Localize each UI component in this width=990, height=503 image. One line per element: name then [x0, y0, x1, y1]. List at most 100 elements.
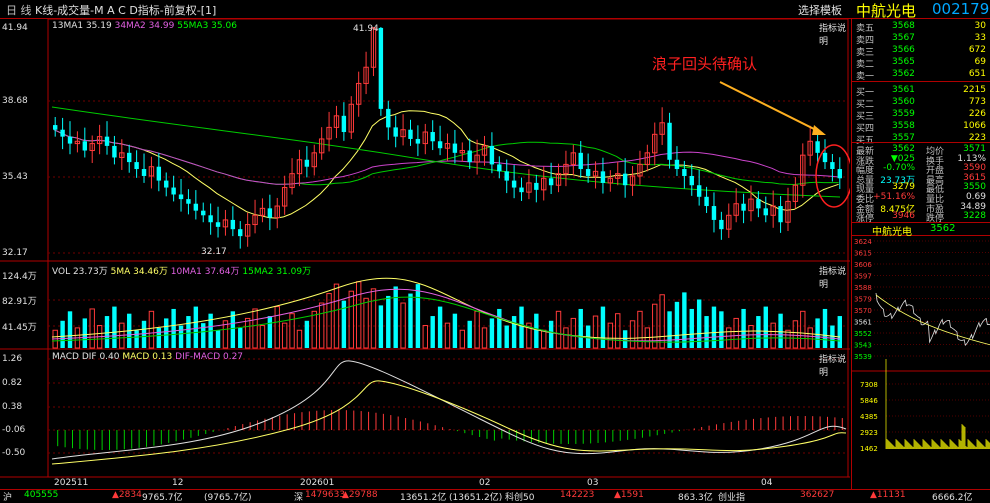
buy-row-3[interactable]: 买三 3559 226 — [854, 109, 988, 122]
candle-body-down — [585, 169, 591, 176]
ma34-legend: 34MA2 34.99 — [114, 21, 175, 31]
status-item: ▲29788 — [342, 490, 378, 500]
candle-body-down — [756, 199, 761, 209]
candle-body-down — [193, 203, 199, 211]
candle-body-down — [186, 199, 191, 204]
x-label-02: 02 — [479, 478, 491, 488]
volume-bar — [82, 318, 88, 348]
buy-row-1[interactable]: 买一 3561 2215 — [854, 85, 988, 98]
kline-indicator-help-button[interactable]: 指标说明 — [819, 21, 850, 47]
volume-bar — [104, 316, 110, 348]
status-item[interactable]: 沪 — [3, 490, 12, 503]
candle-body-down — [667, 122, 672, 160]
status-item: 13651.2亿 — [400, 493, 447, 503]
status-item[interactable]: 创业指 — [718, 490, 745, 503]
quote-value: ▼025 — [890, 153, 915, 164]
status-item: ▲1591 — [614, 490, 644, 500]
volume-bar — [822, 308, 828, 348]
status-item: ▲11131 — [870, 490, 906, 500]
order-volume: 30 — [974, 21, 986, 31]
status-item[interactable]: 深 — [294, 490, 303, 503]
candle-body-down — [534, 182, 539, 190]
order-price: 3559 — [892, 109, 915, 119]
candle-body-down — [112, 145, 117, 158]
main-chart-svg[interactable] — [0, 19, 850, 489]
status-item: 362627 — [800, 490, 835, 500]
intraday-minichart[interactable]: 3624 3615 3606 3597 3588 3579 3570 3561 3552 3543… — [852, 235, 990, 489]
quote-value: 3946 — [892, 211, 915, 222]
macd-indicator-help-button[interactable]: 指标说明 — [819, 352, 850, 378]
candle-body-down — [719, 219, 724, 230]
candle-body-down — [171, 187, 176, 195]
vol-15ma-legend: 15MA2 31.09万 — [242, 267, 312, 277]
template-select-button[interactable]: 选择模板 — [798, 2, 842, 18]
quote-value: 34.89 — [960, 201, 986, 212]
candle-body-down — [437, 141, 443, 149]
volume-bar — [467, 320, 472, 348]
candle-body-down — [67, 136, 73, 144]
volume-bar — [541, 329, 547, 349]
volume-bar — [112, 306, 117, 348]
annotation-arrow — [719, 81, 823, 134]
volume-bar — [252, 308, 258, 349]
volume-bar — [534, 313, 539, 348]
candle-body-down — [238, 229, 243, 237]
quote-panel: 卖五 3568 30 卖四 3567 33 卖三 3566 672 卖二 3565 69 卖一 3562 6… — [851, 19, 990, 489]
candle-body-down — [689, 175, 694, 186]
x-label-202601: 202601 — [300, 478, 335, 488]
volume-bar — [622, 330, 628, 348]
volume-bar — [504, 325, 509, 348]
sell-row-4[interactable]: 卖二 3565 69 — [854, 57, 988, 70]
quote-value: 3571 — [963, 144, 986, 154]
candle-body-down — [682, 169, 687, 176]
vol-ylabel-2: 82.91万 — [2, 297, 37, 307]
macd-hist-legend: DIF-MACD 0.27 — [175, 352, 244, 362]
sell-row-5[interactable]: 卖一 3562 651 — [854, 69, 988, 82]
volume-bar — [437, 306, 443, 348]
candle-body-down — [467, 150, 472, 163]
status-item[interactable]: 科创50 — [505, 490, 534, 503]
volume-bar — [370, 288, 377, 349]
volume-bar — [519, 306, 524, 348]
volume-indicator-help-button[interactable]: 指标说明 — [819, 264, 850, 290]
candle-body-down — [504, 171, 509, 181]
order-volume: 33 — [974, 33, 986, 43]
volume-bar — [741, 308, 746, 348]
mini-stock-price: 3562 — [930, 223, 956, 234]
sell-row-2[interactable]: 卖四 3567 33 — [854, 33, 988, 46]
volume-bar — [311, 310, 317, 349]
volume-bar — [408, 293, 413, 348]
candle-body-down — [741, 203, 746, 211]
candle-body-down — [704, 196, 709, 207]
order-price: 3561 — [892, 85, 915, 95]
volume-bar — [607, 322, 614, 349]
candle-body-down — [230, 219, 236, 230]
order-price: 3568 — [892, 21, 915, 31]
volume-bar — [837, 316, 842, 348]
candle-body-down — [519, 187, 524, 193]
candle-body-down — [267, 208, 273, 218]
chart-title: 日 线 K线-成交量-M A C D指标-前复权-[1] — [6, 4, 217, 17]
volume-bar — [704, 316, 709, 348]
order-price: 3560 — [892, 97, 915, 107]
status-item: (9765.7亿) — [204, 493, 252, 503]
buy-row-2[interactable]: 买二 3560 773 — [854, 97, 988, 110]
mini-price-line — [875, 292, 990, 347]
sell-row-1[interactable]: 卖五 3568 30 — [854, 21, 988, 34]
volume-bar — [304, 320, 310, 348]
candle-body-down — [674, 159, 680, 170]
quote-row: 涨跌 ▼025 换手 1.13% — [854, 153, 988, 167]
candle-body-down — [622, 173, 628, 186]
sell-row-3[interactable]: 卖三 3566 672 — [854, 45, 988, 58]
quote-value: 3228 — [963, 211, 986, 222]
kline-ylabel-3: 35.43 — [2, 172, 28, 182]
buy-row-4[interactable]: 买四 3558 1066 — [854, 121, 988, 134]
order-volume: 226 — [968, 109, 986, 119]
volume-bar — [615, 313, 621, 349]
kline-high-label: 41.94 — [353, 24, 379, 34]
quote-value: 3279 — [892, 182, 915, 193]
candle-body-down — [53, 125, 58, 130]
chart-area[interactable]: 13MA1 35.19 34MA2 34.99 55MA3 35.06 指标说明… — [0, 19, 850, 489]
order-volume: 773 — [968, 97, 986, 107]
candle-body-down — [134, 162, 139, 170]
